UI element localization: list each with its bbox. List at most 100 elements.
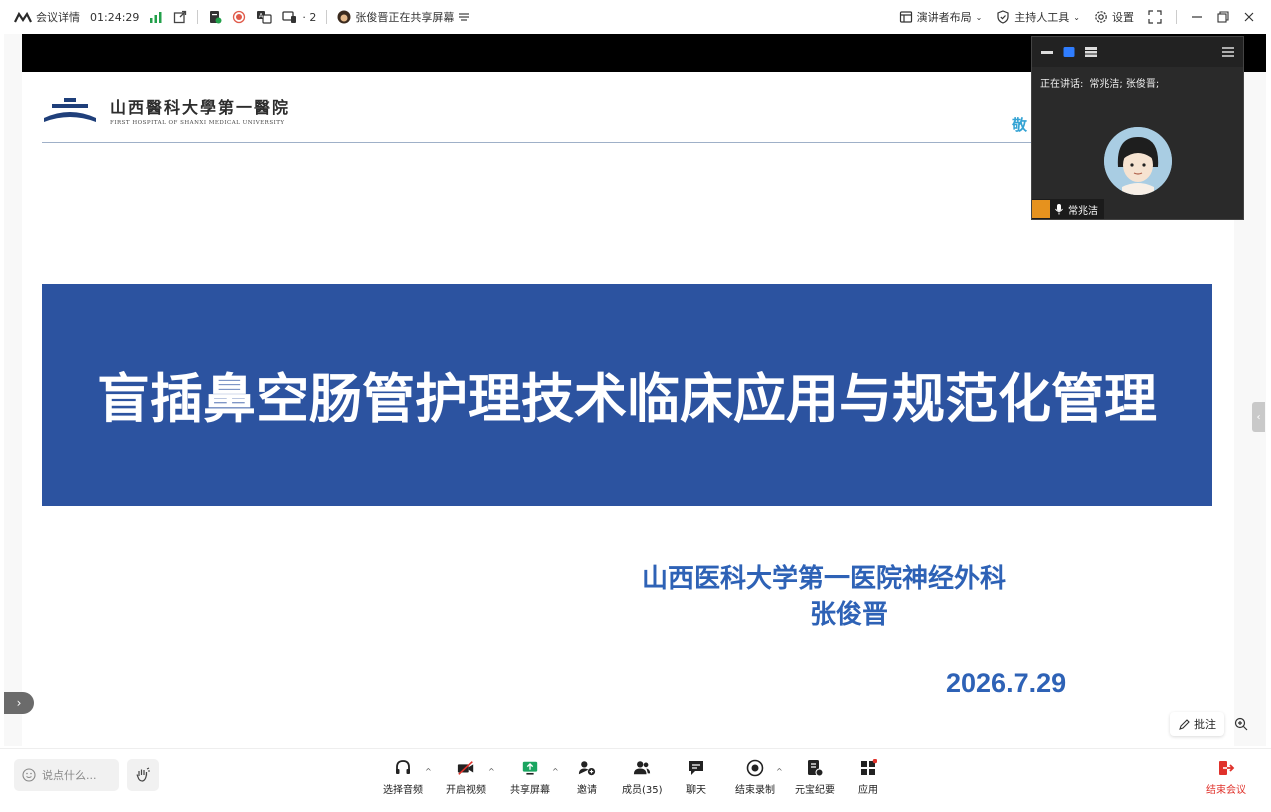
logo-chinese-text: 山西醫科大學第一醫院: [110, 98, 291, 117]
app-logo-icon: [14, 11, 32, 23]
divider: [1176, 10, 1177, 24]
audio-button[interactable]: 选择音频: [383, 759, 423, 796]
shield-icon: [997, 10, 1009, 24]
chevron-down-icon: ⌄: [1073, 12, 1080, 22]
participants-count-button[interactable]: · 2: [282, 10, 316, 24]
speaker-name-tag: 常兆洁: [1032, 199, 1104, 219]
invite-label: 邀请: [577, 785, 597, 796]
sharer-avatar-icon: [337, 10, 351, 24]
menu-lines-icon: [459, 13, 470, 21]
share-screen-label: 共享屏幕: [510, 785, 550, 796]
translate-icon[interactable]: A: [256, 10, 273, 24]
popout-icon[interactable]: [173, 10, 187, 24]
share-options-caret[interactable]: ^: [552, 767, 559, 776]
record-stop-icon: [746, 759, 764, 777]
headset-icon: [396, 760, 410, 774]
speaker-panel-toolbar: [1032, 37, 1243, 67]
presenter-layout-button[interactable]: 演讲者布局 ⌄: [899, 9, 983, 25]
speaking-label: 正在讲话:: [1040, 78, 1084, 90]
chat-label: 聊天: [686, 785, 706, 796]
fullscreen-icon[interactable]: [1148, 10, 1162, 24]
speaker-video-panel[interactable]: 正在讲话: 常兆洁; 张俊晋; 常兆洁: [1031, 36, 1244, 220]
close-icon[interactable]: [1243, 11, 1255, 23]
screen-participants-icon: [282, 11, 297, 23]
apps-grid-icon: [861, 759, 877, 775]
end-meeting-label: 结束会议: [1206, 785, 1246, 796]
ai-minutes-button[interactable]: 元宝纪要: [795, 759, 835, 796]
apps-label: 应用: [858, 785, 878, 796]
chat-icon: [689, 761, 703, 775]
chat-button[interactable]: 聊天: [686, 759, 706, 796]
add-user-icon: [578, 761, 596, 776]
gear-icon: [1095, 11, 1107, 23]
speaking-names: 常兆洁; 张俊晋;: [1089, 78, 1160, 90]
presenter-layout-label: 演讲者布局: [916, 11, 972, 24]
logo-text: 山西醫科大學第一醫院 FIRST HOSPITAL OF SHANXI MEDI…: [110, 94, 290, 126]
apps-button[interactable]: 应用: [858, 759, 878, 796]
logo-english-text: FIRST HOSPITAL OF SHANXI MEDICAL UNIVERS…: [110, 120, 285, 126]
list-view-icon[interactable]: [1084, 46, 1098, 58]
collapse-right-button[interactable]: ‹: [1252, 402, 1265, 432]
participants-count: · 2: [302, 10, 317, 24]
members-icon: [634, 761, 651, 775]
slide-partial-text: 敬: [1012, 116, 1028, 134]
restore-icon[interactable]: [1217, 11, 1229, 23]
host-badge-icon: [1032, 200, 1050, 218]
avatar: [1104, 127, 1172, 195]
expand-left-button[interactable]: ›: [4, 692, 34, 714]
slide-date: 2026.7.29: [946, 668, 1067, 698]
share-screen-button[interactable]: 共享屏幕: [510, 759, 550, 796]
meeting-timer: 01:24:29: [90, 10, 140, 24]
slide-title-band: 盲插鼻空肠管护理技术临床应用与规范化管理: [42, 284, 1212, 506]
members-button[interactable]: 成员(35): [622, 759, 663, 796]
recording-icon[interactable]: [232, 10, 246, 24]
invite-button[interactable]: 邀请: [577, 759, 597, 796]
host-tools-button[interactable]: 主持人工具 ⌄: [996, 9, 1080, 25]
cartoon-avatar-icon: [1104, 127, 1172, 195]
slide-organization: 山西医科大学第一医院神经外科: [642, 564, 1007, 594]
raise-hand-button[interactable]: [127, 759, 159, 791]
ai-minutes-icon: [808, 760, 824, 777]
video-button[interactable]: 开启视频: [446, 759, 486, 796]
sharing-status-text: 张俊晋正在共享屏幕: [355, 11, 455, 24]
zoom-in-icon: [1234, 717, 1248, 731]
divider: [197, 10, 199, 24]
participants-count-value: 2: [309, 10, 317, 24]
divider: [42, 142, 1042, 143]
settings-button[interactable]: 设置: [1094, 9, 1134, 25]
pen-icon: [1179, 718, 1190, 730]
slide-author: 张俊晋: [810, 600, 889, 630]
end-recording-label: 结束录制: [735, 785, 775, 796]
annotate-button[interactable]: 批注: [1170, 712, 1224, 736]
speaker-name: 常兆洁: [1068, 205, 1098, 217]
slide-title: 盲插鼻空肠管护理技术临床应用与规范化管理: [97, 370, 1157, 429]
end-meeting-button[interactable]: 结束会议: [1206, 759, 1246, 796]
audio-options-caret[interactable]: ^: [425, 767, 432, 776]
annotate-label: 批注: [1194, 718, 1216, 731]
signal-strength-icon: [150, 12, 162, 23]
title-bar: 会议详情 01:24:29 A · 2 张俊晋正在共享屏幕 演讲者布局 ⌄ 主持…: [0, 0, 1271, 34]
recording-options-caret[interactable]: ^: [776, 767, 783, 776]
end-recording-button[interactable]: 结束录制: [735, 759, 775, 796]
hospital-logo: 山西醫科大學第一醫院 FIRST HOSPITAL OF SHANXI MEDI…: [42, 94, 290, 126]
document-badge-icon[interactable]: [208, 10, 222, 24]
chevron-down-icon: ⌄: [975, 12, 983, 22]
video-label: 开启视频: [446, 785, 486, 796]
chat-quick-input[interactable]: 说点什么...: [14, 759, 119, 791]
chevron-left-icon: ‹: [1256, 411, 1261, 423]
single-view-icon[interactable]: [1062, 46, 1076, 58]
sharing-status[interactable]: 张俊晋正在共享屏幕: [337, 9, 470, 25]
chevron-right-icon: ›: [16, 696, 22, 710]
video-options-caret[interactable]: ^: [488, 767, 495, 776]
raise-hand-icon: [136, 767, 150, 782]
panel-menu-icon[interactable]: [1221, 46, 1235, 58]
minimize-panel-icon[interactable]: [1040, 46, 1054, 58]
layout-icon: [899, 11, 912, 23]
meeting-toolbar: 说点什么... 选择音频 ^ 开启视频 ^ 共享屏幕 ^ 邀请 成员(35) 聊…: [0, 748, 1271, 812]
audio-label: 选择音频: [383, 785, 423, 796]
minimize-icon[interactable]: [1191, 11, 1203, 23]
zoom-button[interactable]: [1230, 712, 1252, 736]
hospital-emblem-icon: [44, 98, 96, 122]
speaking-indicator: 正在讲话: 常兆洁; 张俊晋;: [1032, 67, 1243, 97]
meeting-details-button[interactable]: 会议详情: [14, 9, 80, 25]
